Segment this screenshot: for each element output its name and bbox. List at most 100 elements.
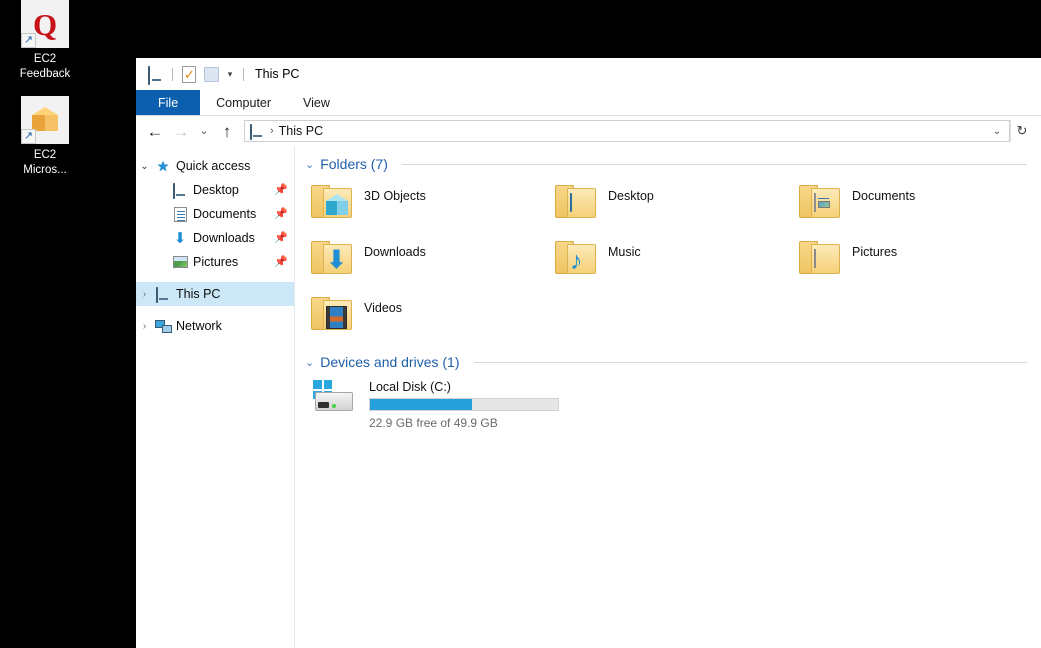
desktop-icon-ec2-feedback[interactable]: Q ↗ EC2 Feedback [8, 0, 82, 82]
download-arrow-icon: ⬇ [170, 231, 190, 246]
file-explorer-window: ▾ This PC File Computer View ← → ⌄ ↑ › T… [136, 58, 1041, 648]
q-glyph: Q [33, 9, 57, 40]
cube-badge-icon [326, 194, 350, 216]
drive-item-local-disk-c[interactable]: Local Disk (C:) 22.9 GB free of 49.9 GB [303, 370, 1041, 430]
refresh-button[interactable]: ↻ [1010, 120, 1033, 142]
sidebar-item-downloads[interactable]: ⬇ Downloads 📌 [136, 226, 294, 250]
chevron-down-icon[interactable]: ⌄ [305, 158, 314, 171]
forward-button: → [168, 118, 194, 144]
ec2-microsoft-icon: ↗ [21, 96, 69, 144]
breadcrumb-this-pc[interactable]: This PC [279, 124, 323, 138]
window-body: ⌄ ★ Quick access Desktop 📌 Documents [136, 146, 1041, 648]
document-badge-icon [814, 194, 838, 216]
desktop-icon-label-line1: EC2 [8, 52, 82, 67]
toolbar-divider [243, 68, 244, 81]
folder-item-downloads[interactable]: ⬇ Downloads [309, 234, 553, 290]
chevron-right-icon[interactable]: › [136, 321, 153, 332]
desktop-icon-label-line2: Micros... [8, 163, 82, 178]
film-badge-icon [326, 306, 350, 328]
folders-grid: 3D Objects Desktop [303, 172, 1041, 346]
folder-label: Videos [364, 294, 402, 315]
folder-item-pictures[interactable]: Pictures [797, 234, 1041, 290]
folder-label: Downloads [364, 238, 426, 259]
drive-name: Local Disk (C:) [369, 380, 559, 394]
folder-icon: ♪ [553, 238, 597, 276]
folder-label: 3D Objects [364, 182, 426, 203]
folder-label: Pictures [852, 238, 897, 259]
up-button[interactable]: ↑ [214, 118, 240, 144]
folder-icon [797, 238, 841, 276]
pin-icon[interactable]: 📌 [274, 209, 288, 220]
folder-icon [797, 182, 841, 220]
this-pc-icon[interactable] [145, 63, 167, 85]
network-icon [153, 320, 173, 333]
window-titlebar: ▾ This PC [136, 58, 1041, 90]
pin-icon[interactable]: 📌 [274, 185, 288, 196]
document-icon [170, 207, 190, 222]
sidebar-item-desktop[interactable]: Desktop 📌 [136, 178, 294, 202]
chevron-down-icon[interactable]: ⌄ [987, 126, 1007, 137]
chevron-down-icon[interactable]: ⌄ [305, 356, 314, 369]
desktop-icon-label-line2: Feedback [8, 67, 82, 82]
window-title: This PC [255, 67, 299, 81]
pin-icon[interactable]: 📌 [274, 233, 288, 244]
drive-capacity-fill [370, 399, 472, 410]
ec2-feedback-icon: Q ↗ [21, 0, 69, 48]
sidebar-item-pictures[interactable]: Pictures 📌 [136, 250, 294, 274]
music-note-badge-icon: ♪ [570, 250, 594, 272]
sidebar-item-network[interactable]: › Network [136, 314, 294, 338]
sidebar-item-label: Documents [193, 207, 256, 221]
recent-locations-button[interactable]: ⌄ [194, 118, 214, 144]
folder-item-desktop[interactable]: Desktop [553, 178, 797, 234]
back-button[interactable]: ← [142, 118, 168, 144]
tab-view[interactable]: View [287, 90, 346, 115]
drive-capacity-bar [369, 398, 559, 411]
folder-item-documents[interactable]: Documents [797, 178, 1041, 234]
download-arrow-badge-icon: ⬇ [326, 250, 350, 272]
desktop-background: Q ↗ EC2 Feedback ↗ EC2 Micros... [0, 0, 1041, 648]
picture-icon [170, 256, 190, 268]
folder-item-3d-objects[interactable]: 3D Objects [309, 178, 553, 234]
shortcut-arrow-icon: ↗ [21, 129, 36, 144]
chevron-right-icon[interactable]: › [136, 289, 153, 300]
monitor-icon [170, 184, 190, 196]
toolbar-divider [172, 68, 173, 81]
folder-icon: ⬇ [309, 238, 353, 276]
content-pane: ⌄ Folders (7) 3D Objects [295, 146, 1041, 648]
shortcut-arrow-icon: ↗ [21, 33, 36, 48]
this-pc-icon [153, 288, 173, 300]
folder-label: Documents [852, 182, 915, 203]
folder-icon [553, 182, 597, 220]
star-icon: ★ [153, 159, 173, 173]
chevron-down-icon[interactable]: ⌄ [136, 161, 153, 172]
folder-label: Music [608, 238, 641, 259]
desktop-icon-ec2-microsoft[interactable]: ↗ EC2 Micros... [8, 96, 82, 178]
address-bar-row: ← → ⌄ ↑ › This PC ⌄ ↻ [136, 116, 1041, 146]
sidebar-item-label: Downloads [193, 231, 255, 245]
sidebar-item-this-pc[interactable]: › This PC [136, 282, 294, 306]
address-input[interactable]: › This PC ⌄ [244, 120, 1010, 142]
pin-icon[interactable]: 📌 [274, 257, 288, 268]
desktop-icon-label-line1: EC2 [8, 148, 82, 163]
drive-free-space: 22.9 GB free of 49.9 GB [369, 416, 559, 430]
properties-icon[interactable] [178, 63, 200, 85]
ribbon-tabs: File Computer View [136, 90, 1041, 116]
new-folder-icon[interactable] [200, 63, 222, 85]
folder-icon [309, 294, 353, 332]
group-rule [474, 362, 1028, 363]
tab-file[interactable]: File [136, 90, 200, 115]
folder-icon [309, 182, 353, 220]
customize-quick-access-caret-icon[interactable]: ▾ [222, 63, 238, 85]
sidebar-item-label: Desktop [193, 183, 239, 197]
tab-computer[interactable]: Computer [200, 90, 287, 115]
group-header-devices-and-drives[interactable]: ⌄ Devices and drives (1) [303, 354, 1041, 370]
sidebar-item-documents[interactable]: Documents 📌 [136, 202, 294, 226]
breadcrumb[interactable]: › This PC [250, 124, 323, 138]
sidebar-item-label: Pictures [193, 255, 238, 269]
folder-item-music[interactable]: ♪ Music [553, 234, 797, 290]
folder-label: Desktop [608, 182, 654, 203]
folder-item-videos[interactable]: Videos [309, 290, 553, 346]
group-header-folders[interactable]: ⌄ Folders (7) [303, 156, 1041, 172]
navigation-pane: ⌄ ★ Quick access Desktop 📌 Documents [136, 146, 295, 648]
sidebar-item-quick-access[interactable]: ⌄ ★ Quick access [136, 154, 294, 178]
